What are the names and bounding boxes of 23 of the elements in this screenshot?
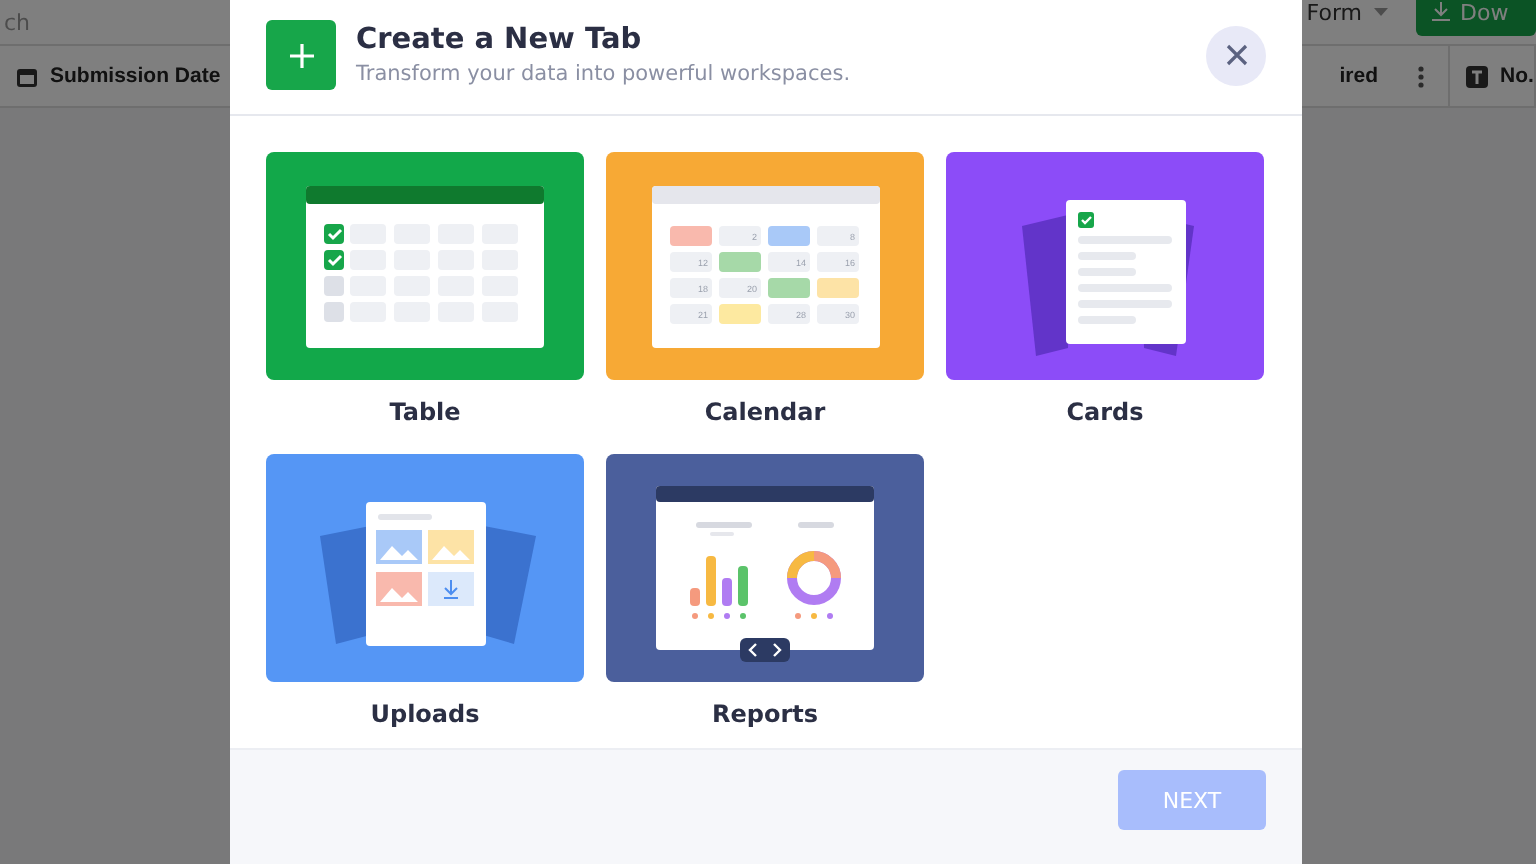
download-button[interactable]: Dow: [1416, 0, 1536, 36]
tab-type-option[interactable]: [266, 454, 584, 682]
calendar-icon: [16, 65, 38, 87]
tab-type-option[interactable]: [606, 454, 924, 682]
close-button[interactable]: [1206, 25, 1266, 85]
column-header: Submission Date: [50, 64, 221, 88]
column-header: ired: [1339, 64, 1378, 88]
option-label: Reports: [711, 700, 818, 728]
option-label: Table: [389, 398, 461, 426]
option-label: Uploads: [370, 700, 480, 728]
tab-type-option[interactable]: [946, 152, 1264, 380]
option-label: Calendar: [704, 398, 826, 426]
kebab-menu-icon[interactable]: [1418, 65, 1424, 87]
dialog-title: Create a New Tab: [356, 24, 644, 56]
option-label: Cards: [1066, 398, 1144, 426]
close-icon: [1225, 44, 1247, 66]
caret-icon: [1374, 7, 1388, 17]
add-tab-icon: [266, 20, 336, 90]
text-type-icon: [1466, 65, 1488, 87]
dialog-subtitle: Transform your data into powerful workspaces.: [356, 62, 853, 86]
column-header: No.: [1500, 64, 1534, 88]
download-icon: [1432, 2, 1450, 22]
tab-type-option[interactable]: [266, 152, 584, 380]
